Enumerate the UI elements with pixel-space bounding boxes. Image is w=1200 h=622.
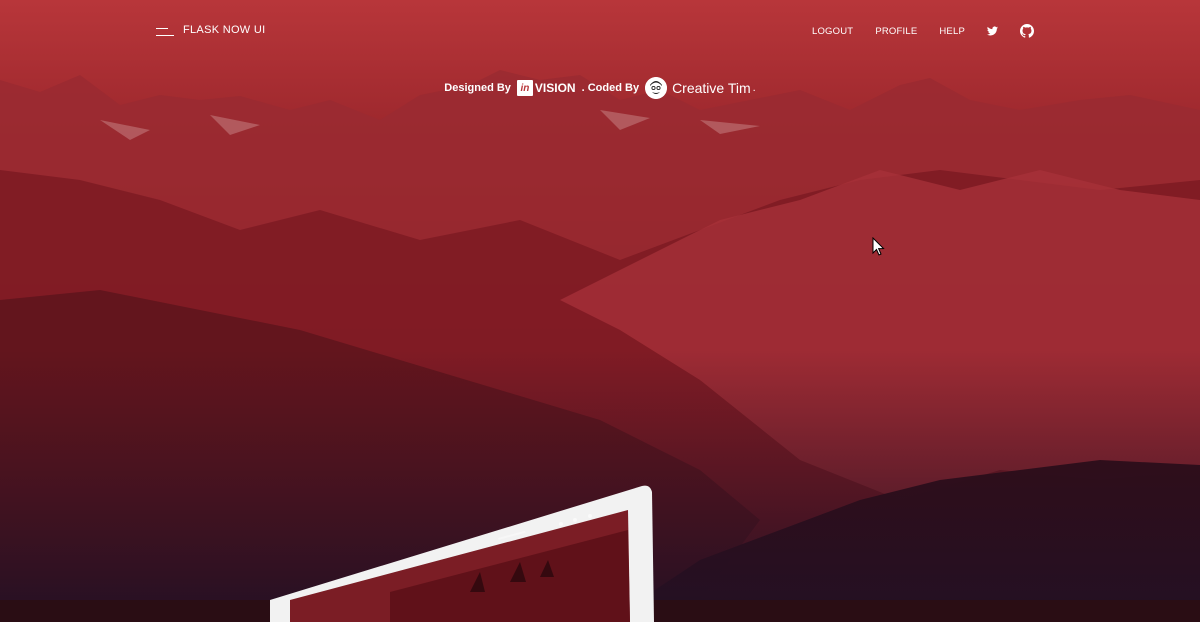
invision-wordmark: VISION	[534, 81, 576, 95]
nav-help[interactable]: HELP	[939, 22, 965, 40]
credits-dot: .	[752, 82, 756, 94]
nav-links: LOGOUT PROFILE HELP	[790, 22, 1034, 40]
brand-link[interactable]: FLASK NOW UI	[183, 24, 265, 36]
creative-tim-name: Creative Tim	[672, 80, 751, 96]
nav-logout[interactable]: LOGOUT	[812, 22, 853, 40]
github-icon[interactable]	[1020, 22, 1034, 40]
twitter-icon[interactable]	[987, 22, 998, 40]
menu-toggle-icon[interactable]	[156, 26, 174, 38]
invision-logo[interactable]: in VISION	[516, 80, 576, 96]
mouse-cursor-icon	[872, 237, 885, 256]
credits-bar: Designed By in VISION . Coded By Creativ…	[0, 74, 1200, 102]
designed-by-label: Designed By	[444, 82, 511, 94]
laptop-mockup-image	[270, 485, 654, 622]
navbar: FLASK NOW UI LOGOUT PROFILE HELP	[0, 0, 1200, 62]
coded-by-label: . Coded By	[581, 82, 640, 94]
invision-in-mark: in	[516, 80, 533, 96]
nav-profile[interactable]: PROFILE	[875, 22, 917, 40]
creative-tim-logo[interactable]: Creative Tim .	[645, 77, 756, 99]
creative-tim-avatar-icon	[645, 77, 668, 99]
